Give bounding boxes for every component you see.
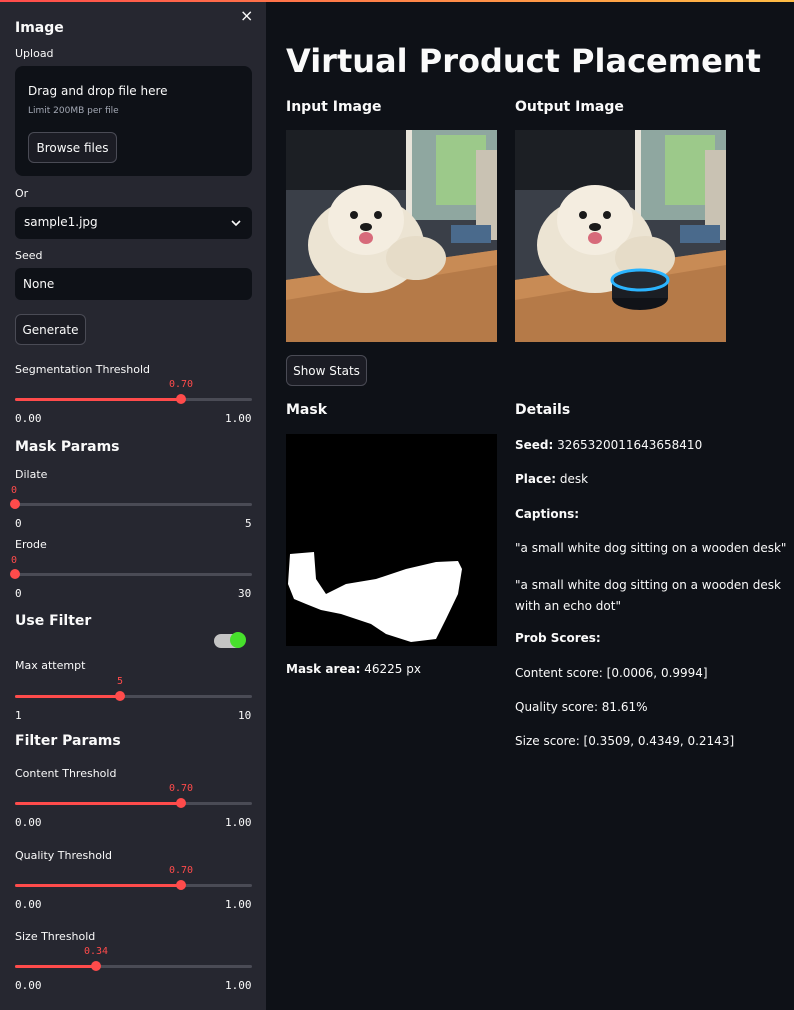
content-threshold-min: 0.00 <box>15 816 42 829</box>
quality-threshold-label: Quality Threshold <box>15 849 113 862</box>
slider-thumb[interactable] <box>175 394 186 404</box>
caption-2: "a small white dog sitting on a wooden d… <box>515 578 781 613</box>
slider-thumb[interactable] <box>175 880 186 890</box>
generate-button[interactable]: Generate <box>15 314 86 345</box>
slider-fill <box>15 965 96 968</box>
details-seed: Seed: 3265320011643658410 <box>515 438 702 452</box>
file-uploader[interactable]: Drag and drop file here Limit 200MB per … <box>15 66 252 176</box>
browse-files-button[interactable]: Browse files <box>28 132 117 163</box>
dilate-slider[interactable] <box>10 499 252 509</box>
slider-thumb[interactable] <box>90 961 101 971</box>
slider-fill <box>15 884 181 887</box>
upload-label: Upload <box>15 47 54 60</box>
max-attempt-label: Max attempt <box>15 659 86 672</box>
sidebar-title: Image <box>15 20 64 36</box>
seed-label: Seed: <box>515 438 554 452</box>
select-value: sample1.jpg <box>24 215 98 229</box>
size-threshold-max: 1.00 <box>225 979 252 992</box>
size-score: Size score: [0.3509, 0.4349, 0.2143] <box>515 734 735 748</box>
slider-thumb[interactable] <box>10 569 20 579</box>
place-label: Place: <box>515 472 557 486</box>
seg-threshold-min: 0.00 <box>15 412 42 425</box>
size-threshold-value: 0.34 <box>83 946 109 957</box>
chevron-down-icon <box>231 220 241 227</box>
mask-params-title: Mask Params <box>15 439 120 455</box>
seed-value: 3265320011643658410 <box>557 438 703 452</box>
drop-text: Drag and drop file here <box>28 84 168 98</box>
dilate-label: Dilate <box>15 468 48 481</box>
size-threshold-label: Size Threshold <box>15 930 96 943</box>
slider-fill <box>15 398 181 401</box>
output-image <box>515 130 726 342</box>
content-score: Content score: [0.0006, 0.9994] <box>515 666 708 680</box>
seg-threshold-slider[interactable] <box>15 394 252 404</box>
seed-input[interactable]: None <box>15 268 252 300</box>
seed-label: Seed <box>15 249 43 262</box>
size-threshold-min: 0.00 <box>15 979 42 992</box>
use-filter-toggle[interactable] <box>214 632 246 648</box>
slider-fill <box>15 695 121 698</box>
seg-threshold-label: Segmentation Threshold <box>15 363 151 376</box>
page-title: Virtual Product Placement <box>286 42 761 80</box>
erode-slider[interactable] <box>10 569 252 579</box>
content-threshold-value: 0.70 <box>168 783 194 794</box>
input-image-label: Input Image <box>286 99 382 115</box>
mask-label: Mask <box>286 402 328 418</box>
seg-threshold-value: 0.70 <box>168 379 194 390</box>
captions-label: Captions: <box>515 507 580 521</box>
quality-threshold-value: 0.70 <box>168 865 194 876</box>
close-sidebar-icon[interactable]: × <box>240 6 253 25</box>
quality-score: Quality score: 81.61% <box>515 700 648 714</box>
max-attempt-value: 5 <box>116 676 124 687</box>
prob-scores-label: Prob Scores: <box>515 631 601 645</box>
seed-input-value: None <box>23 277 55 291</box>
input-image <box>286 130 497 342</box>
dilate-max: 5 <box>245 517 252 530</box>
details-place: Place: desk <box>515 472 588 486</box>
sidebar: Image × Upload Drag and drop file here L… <box>0 2 266 1010</box>
use-filter-title: Use Filter <box>15 613 92 629</box>
toggle-knob <box>230 632 246 648</box>
show-stats-button[interactable]: Show Stats <box>286 355 367 386</box>
caption-1: "a small white dog sitting on a wooden d… <box>515 541 787 555</box>
slider-fill <box>15 802 181 805</box>
max-attempt-max: 10 <box>238 709 252 722</box>
erode-value: 0 <box>11 555 18 566</box>
content-threshold-label: Content Threshold <box>15 767 117 780</box>
limit-text: Limit 200MB per file <box>28 106 119 116</box>
quality-threshold-min: 0.00 <box>15 898 42 911</box>
mask-area-label: Mask area: <box>286 662 361 676</box>
filter-params-title: Filter Params <box>15 733 121 749</box>
erode-max: 30 <box>238 587 252 600</box>
mask-area-value: 46225 px <box>364 662 421 676</box>
size-threshold-slider[interactable] <box>15 961 252 971</box>
output-image-label: Output Image <box>515 99 624 115</box>
erode-label: Erode <box>15 538 47 551</box>
erode-min: 0 <box>15 587 22 600</box>
dilate-value: 0 <box>11 485 18 496</box>
slider-thumb[interactable] <box>175 798 186 808</box>
main-content: Virtual Product Placement Input Image Ou… <box>266 2 794 1010</box>
place-value: desk <box>559 472 589 486</box>
seg-threshold-max: 1.00 <box>225 412 252 425</box>
dilate-min: 0 <box>15 517 22 530</box>
details-title: Details <box>515 402 571 418</box>
or-label: Or <box>15 187 29 200</box>
mask-image <box>286 434 497 646</box>
mask-area: Mask area: 46225 px <box>286 662 421 676</box>
image-select[interactable]: sample1.jpg <box>15 207 252 239</box>
quality-threshold-max: 1.00 <box>225 898 252 911</box>
max-attempt-slider[interactable] <box>15 691 252 701</box>
content-threshold-slider[interactable] <box>15 798 252 808</box>
slider-thumb[interactable] <box>115 691 126 701</box>
content-threshold-max: 1.00 <box>225 816 252 829</box>
quality-threshold-slider[interactable] <box>15 880 252 890</box>
max-attempt-min: 1 <box>15 709 22 722</box>
slider-thumb[interactable] <box>10 499 20 509</box>
